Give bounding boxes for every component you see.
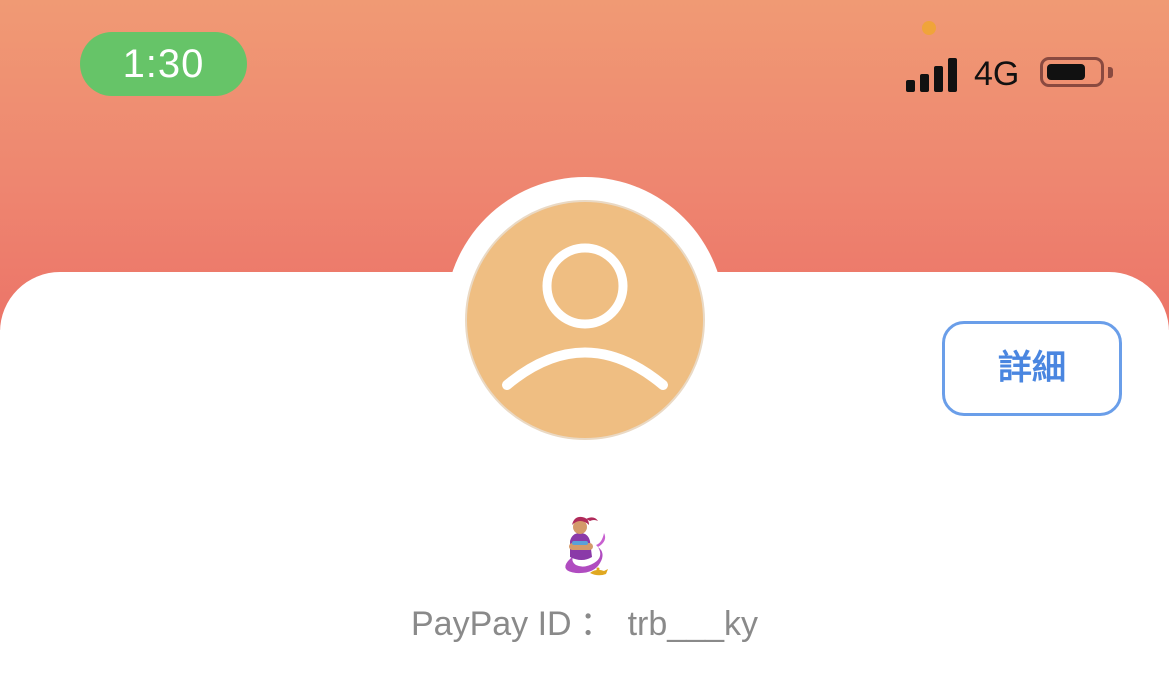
paypay-id-value[interactable]: trb___ky <box>628 605 758 643</box>
network-type: 4G <box>974 55 1020 93</box>
battery-cap <box>1108 67 1113 78</box>
status-time[interactable]: 1:30 <box>80 32 247 96</box>
paypay-id-separator: ： <box>579 605 614 643</box>
paypay-id-label: PayPay ID <box>410 605 572 643</box>
avatar[interactable] <box>465 200 705 440</box>
user-silhouette-icon <box>502 243 668 390</box>
detail-button[interactable]: 詳細 <box>942 321 1122 416</box>
battery-level <box>1047 64 1085 80</box>
cellular-signal-icon <box>906 56 960 92</box>
genie-emoji-icon <box>565 516 608 576</box>
battery-icon <box>1040 57 1104 87</box>
status-bar: 1:30 4G <box>0 0 1169 110</box>
paypay-id: PayPay ID： trb___ky <box>0 603 1169 645</box>
camera-indicator-dot <box>922 21 936 35</box>
